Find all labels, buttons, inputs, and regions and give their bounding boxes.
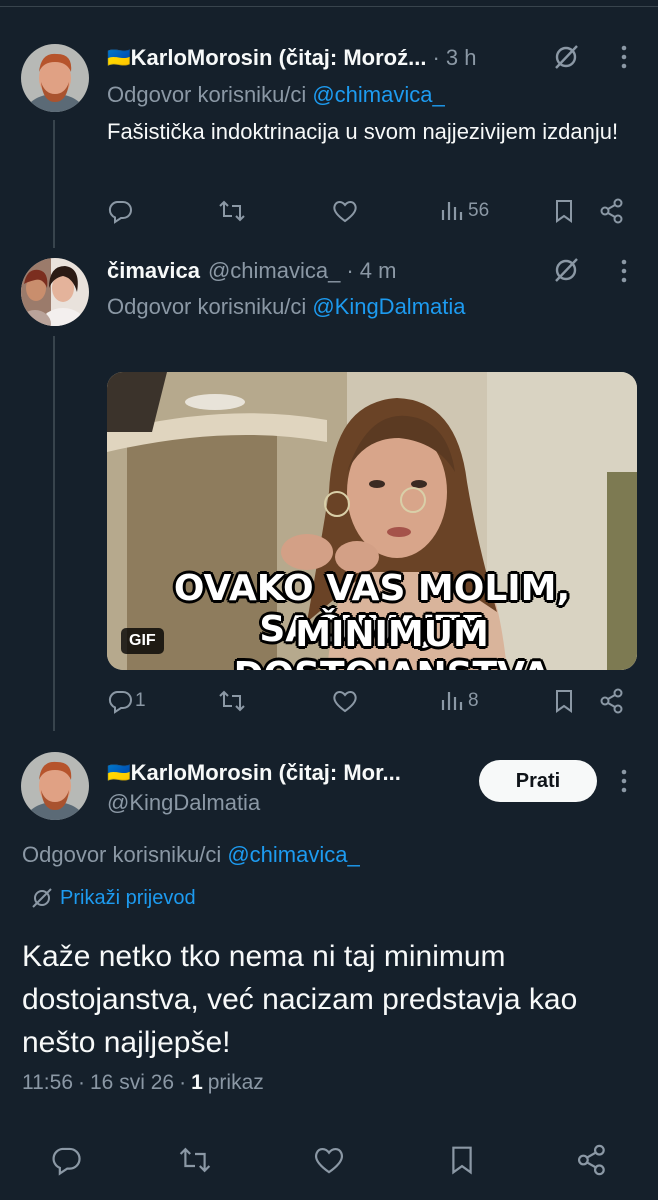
reply-button[interactable] xyxy=(107,198,133,224)
share-button[interactable] xyxy=(599,198,625,224)
author-name[interactable]: čimavica xyxy=(107,258,200,284)
share-button[interactable] xyxy=(576,1144,608,1176)
share-button[interactable] xyxy=(599,688,625,714)
reply-context: Odgovor korisniku/ci @chimavica_ xyxy=(107,80,445,110)
tweet-date[interactable]: 16 svi 26 xyxy=(90,1071,174,1095)
more-icon[interactable] xyxy=(616,258,632,289)
like-button[interactable] xyxy=(331,198,359,224)
meta-separator: · xyxy=(179,1071,187,1094)
reply-context: Odgovor korisniku/ci @chimavica_ xyxy=(22,840,360,870)
gif-caption-line2: MINIMUM DOSTOJANSTVA xyxy=(234,614,551,670)
reply-handle-link[interactable]: @chimavica_ xyxy=(227,842,359,868)
avatar[interactable] xyxy=(21,258,89,326)
translate-label: Prikaži prijevod xyxy=(60,886,196,909)
bookmark-button[interactable] xyxy=(553,688,575,714)
bookmark-button[interactable] xyxy=(553,198,575,224)
views-label: prikaz xyxy=(207,1071,264,1094)
tweet-text: Fašistička indoktrinacija u svom najjezi… xyxy=(107,119,619,144)
views-count: 8 xyxy=(468,690,479,711)
reply-label: Odgovor korisniku/ci xyxy=(22,842,222,867)
gif-media[interactable]: OVAKO VAS MOLIM, SAČUVAJTE MINIMUM DOSTO… xyxy=(107,372,637,670)
gif-badge: GIF xyxy=(121,628,164,654)
author-handle[interactable]: @KingDalmatia xyxy=(107,790,260,816)
translate-link[interactable]: Prikaži prijevod xyxy=(30,884,196,912)
tweet1-header: 🇺🇦 KarloMorosin (čitaj: Moroź... · 3 h xyxy=(107,43,477,73)
tweet-time[interactable]: · 4 m xyxy=(346,258,396,284)
author-handle[interactable]: @chimavica_ xyxy=(208,258,340,284)
meta-separator: · xyxy=(78,1071,85,1094)
views-count: 56 xyxy=(468,200,490,221)
translate-icon xyxy=(32,888,52,908)
avatar[interactable] xyxy=(21,44,89,112)
bookmark-button[interactable] xyxy=(448,1144,476,1176)
reply-label: Odgovor korisniku/ci xyxy=(107,82,307,107)
like-button[interactable] xyxy=(312,1144,346,1176)
views-button[interactable]: 56 xyxy=(440,198,489,224)
thread-line xyxy=(53,336,55,731)
follow-button[interactable]: Prati xyxy=(479,760,597,802)
grok-icon[interactable] xyxy=(551,42,581,77)
tweet-time[interactable]: · 3 h xyxy=(432,45,476,71)
grok-icon[interactable] xyxy=(551,255,581,290)
main-tweet-header: 🇺🇦 KarloMorosin (čitaj: Mor... xyxy=(107,758,401,788)
views-button[interactable]: 8 xyxy=(440,688,479,714)
main-tweet-handle-row: @KingDalmatia xyxy=(107,788,260,818)
reply-handle-link[interactable]: @chimavica_ xyxy=(312,82,444,108)
more-icon[interactable] xyxy=(616,44,632,75)
avatar[interactable] xyxy=(21,752,89,820)
like-button[interactable] xyxy=(331,688,359,714)
top-divider xyxy=(0,0,658,7)
reply-count: 1 xyxy=(135,690,146,711)
reply-context: Odgovor korisniku/ci @KingDalmatia xyxy=(107,292,466,322)
flag-icon: 🇺🇦 xyxy=(107,763,131,784)
tweet-meta: 11:56 · 16 svi 26 · 1 prikaz xyxy=(22,1068,264,1098)
author-name[interactable]: KarloMorosin (čitaj: Moroź... xyxy=(131,45,427,71)
tweet-time[interactable]: 11:56 xyxy=(22,1071,73,1095)
retweet-button[interactable] xyxy=(217,688,247,714)
reply-button[interactable] xyxy=(50,1144,82,1176)
more-icon[interactable] xyxy=(616,768,632,799)
tweet2-header: čimavica @chimavica_ · 4 m xyxy=(107,256,396,286)
reply-handle-link[interactable]: @KingDalmatia xyxy=(312,294,465,320)
thread-line xyxy=(53,120,55,248)
author-name[interactable]: KarloMorosin (čitaj: Mor... xyxy=(131,760,401,786)
flag-icon: 🇺🇦 xyxy=(107,48,131,69)
reply-button[interactable]: 1 xyxy=(107,688,146,714)
views-count: 1 xyxy=(191,1071,203,1094)
retweet-button[interactable] xyxy=(177,1144,213,1176)
main-tweet-text: Kaže netko tko nema ni taj minimum dosto… xyxy=(22,940,578,1059)
reply-label: Odgovor korisniku/ci xyxy=(107,294,307,319)
retweet-button[interactable] xyxy=(217,198,247,224)
